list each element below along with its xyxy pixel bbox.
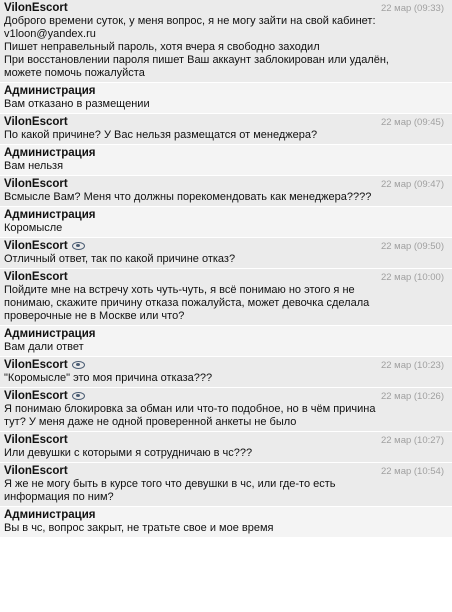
user-message: VilonEscort 22 мар (10:54) Я же не могу бы… xyxy=(0,463,452,507)
author-name: Администрация xyxy=(4,85,96,97)
message-timestamp: 22 мар (10:27) xyxy=(380,434,444,446)
message-header: VilonEscort 22 мар (10:54) xyxy=(4,464,448,478)
message-author: VilonEscort xyxy=(4,240,85,252)
message-header: Администрация xyxy=(4,208,448,222)
author-name: Администрация xyxy=(4,209,96,221)
message-author: VilonEscort xyxy=(4,178,68,190)
user-message: VilonEscort 22 мар (09:47) Всмысле Вам? Ме… xyxy=(0,176,452,207)
message-timestamp: 22 мар (09:50) xyxy=(380,240,444,252)
message-author: Администрация xyxy=(4,209,96,221)
message-text: Вы в чс, вопрос закрыт, не тратьте свое … xyxy=(4,522,274,534)
message-header: VilonEscort 22 мар (10:23) xyxy=(4,358,448,372)
message-text: "Коромысле" это моя причина отказа??? xyxy=(4,372,213,384)
message-timestamp: 22 мар (10:54) xyxy=(380,465,444,477)
user-message: VilonEscort 22 мар (10:27) Или девушки с к… xyxy=(0,432,452,463)
author-name: VilonEscort xyxy=(4,178,68,190)
admin-message: Администрация Вы в чс, вопрос закрыт, не … xyxy=(0,507,452,538)
message-author: VilonEscort xyxy=(4,390,85,402)
message-author: Администрация xyxy=(4,85,96,97)
admin-message: Администрация Вам отказано в размещении xyxy=(0,83,452,114)
message-text: Я же не могу быть в курсе того что девуш… xyxy=(4,478,336,503)
user-message: VilonEscort 22 мар (09:45) По какой причин… xyxy=(0,114,452,145)
user-message: VilonEscort 22 мар (09:50) Отличный ответ,… xyxy=(0,238,452,269)
message-header: Администрация xyxy=(4,508,448,522)
eye-icon xyxy=(71,242,85,250)
user-message: VilonEscort 22 мар (09:33) Доброго времени… xyxy=(0,0,452,83)
user-message: VilonEscort 22 мар (10:00) Пойдите мне на … xyxy=(0,269,452,326)
message-author: Администрация xyxy=(4,147,96,159)
message-text: Доброго времени суток, у меня вопрос, я … xyxy=(4,15,389,79)
message-author: VilonEscort xyxy=(4,2,68,14)
message-header: VilonEscort 22 мар (09:47) xyxy=(4,177,448,191)
author-name: VilonEscort xyxy=(4,465,68,477)
message-header: VilonEscort 22 мар (10:27) xyxy=(4,433,448,447)
message-timestamp: 22 мар (10:00) xyxy=(380,271,444,283)
author-name: VilonEscort xyxy=(4,2,68,14)
message-author: VilonEscort xyxy=(4,434,68,446)
message-text: По какой причине? У Вас нельзя размещатс… xyxy=(4,129,318,141)
message-author: VilonEscort xyxy=(4,116,68,128)
admin-message: Администрация Вам дали ответ xyxy=(0,326,452,357)
author-name: VilonEscort xyxy=(4,390,68,402)
message-text: Или девушки с которыми я сотрудничаю в ч… xyxy=(4,447,253,459)
author-name: VilonEscort xyxy=(4,271,68,283)
message-text: Коромысле xyxy=(4,222,63,234)
message-header: Администрация xyxy=(4,327,448,341)
admin-message: Администрация Коромысле xyxy=(0,207,452,238)
message-timestamp: 22 мар (10:23) xyxy=(380,359,444,371)
message-text: Отличный ответ, так по какой причине отк… xyxy=(4,253,236,265)
message-text: Вам отказано в размещении xyxy=(4,98,150,110)
message-author: VilonEscort xyxy=(4,271,68,283)
message-header: VilonEscort 22 мар (09:45) xyxy=(4,115,448,129)
author-name: Администрация xyxy=(4,147,96,159)
message-text: Пойдите мне на встречу хоть чуть-чуть, я… xyxy=(4,284,370,322)
user-message: VilonEscort 22 мар (10:26) Я понимаю блоки… xyxy=(0,388,452,432)
message-timestamp: 22 мар (09:45) xyxy=(380,116,444,128)
user-message: VilonEscort 22 мар (10:23) "Коромысле" это… xyxy=(0,357,452,388)
message-header: VilonEscort 22 мар (10:26) xyxy=(4,389,448,403)
eye-icon xyxy=(71,392,85,400)
eye-icon xyxy=(71,361,85,369)
message-text: Всмысле Вам? Меня что должны порекомендо… xyxy=(4,191,372,203)
message-author: Администрация xyxy=(4,509,96,521)
message-header: Администрация xyxy=(4,84,448,98)
message-author: VilonEscort xyxy=(4,359,85,371)
message-header: VilonEscort 22 мар (09:33) xyxy=(4,1,448,15)
message-header: Администрация xyxy=(4,146,448,160)
author-name: VilonEscort xyxy=(4,359,68,371)
message-header: VilonEscort 22 мар (09:50) xyxy=(4,239,448,253)
message-timestamp: 22 мар (09:33) xyxy=(380,2,444,14)
message-text: Вам дали ответ xyxy=(4,341,84,353)
author-name: Администрация xyxy=(4,328,96,340)
chat-thread: VilonEscort 22 мар (09:33) Доброго времени… xyxy=(0,0,452,538)
message-author: Администрация xyxy=(4,328,96,340)
author-name: VilonEscort xyxy=(4,434,68,446)
author-name: Администрация xyxy=(4,509,96,521)
author-name: VilonEscort xyxy=(4,240,68,252)
message-author: VilonEscort xyxy=(4,465,68,477)
message-text: Вам нельзя xyxy=(4,160,64,172)
message-text: Я понимаю блокировка за обман или что-то… xyxy=(4,403,376,428)
author-name: VilonEscort xyxy=(4,116,68,128)
admin-message: Администрация Вам нельзя xyxy=(0,145,452,176)
message-header: VilonEscort 22 мар (10:00) xyxy=(4,270,448,284)
message-timestamp: 22 мар (10:26) xyxy=(380,390,444,402)
message-timestamp: 22 мар (09:47) xyxy=(380,178,444,190)
